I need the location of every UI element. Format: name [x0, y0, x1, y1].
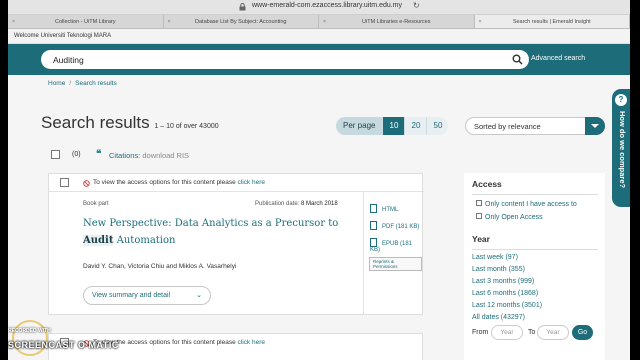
go-button[interactable]: Go	[572, 325, 593, 340]
filter-checkbox[interactable]	[476, 213, 482, 219]
divider	[49, 191, 424, 192]
year-filter-last-month[interactable]: Last month (355)	[472, 266, 525, 273]
divider	[472, 194, 598, 195]
year-filter-last-6-months[interactable]: Last 6 months (1868)	[472, 290, 538, 297]
year-to-input[interactable]: Year	[537, 325, 569, 340]
recording-watermark: RECORDED WITH SCREENCAST O MATIC	[8, 318, 128, 360]
epub-link[interactable]: EPUB (181 KB)	[370, 238, 422, 253]
year-filter-last-3-months[interactable]: Last 3 months (999)	[472, 278, 534, 285]
per-page-label: Per page	[336, 117, 383, 135]
results-range: 1 – 10 of over 43000	[154, 123, 219, 130]
filter-sidebar: Access Only content I have access to Onl…	[464, 173, 605, 360]
url-text[interactable]: www-emerald-com.ezaccess.library.uitm.ed…	[252, 2, 402, 9]
chevron-down-icon: ⌄	[196, 292, 202, 299]
content-type: Book part	[83, 201, 109, 207]
pdf-link[interactable]: PDF (181 KB)	[370, 221, 419, 230]
tab-database-list[interactable]: × Database List By Subject: Accounting	[164, 15, 319, 29]
publication-date: Publication date: 8 March 2018	[255, 201, 338, 207]
result-card: To view the access options for this cont…	[48, 173, 424, 315]
sort-select[interactable]: Sorted by relevance	[465, 117, 605, 135]
watermark-line1: RECORDED WITH	[8, 328, 51, 334]
tab-search-results[interactable]: × Search results | Emerald Insight	[474, 15, 630, 29]
watermark-logo	[12, 320, 48, 356]
tab-collection[interactable]: × Collection - UiTM Library	[8, 15, 164, 28]
citations-download[interactable]: Citations: download RIS	[109, 151, 189, 160]
lock-icon	[239, 3, 246, 11]
selected-count: (0)	[72, 151, 81, 158]
per-page-50[interactable]: 50	[426, 117, 449, 135]
to-label: To	[528, 329, 536, 336]
breadcrumb-current[interactable]: Search results	[75, 80, 117, 87]
result-checkbox[interactable]	[60, 178, 69, 187]
per-page-selector: Per page 10 20 50	[336, 117, 449, 135]
compare-feedback-tab[interactable]: ? How do we compare?	[612, 89, 630, 207]
tab-bar: × Collection - UiTM Library × Database Lis…	[8, 15, 630, 29]
search-header: Advanced search	[8, 44, 630, 75]
no-access-icon	[83, 180, 90, 187]
access-click-here-link[interactable]: click here	[238, 339, 265, 346]
document-icon	[370, 204, 377, 213]
welcome-bar: Welcome Universiti Teknologi MARA	[8, 29, 630, 44]
pdf-icon	[370, 221, 377, 230]
search-highlight: Audit	[83, 235, 114, 246]
watermark-line2: SCREENCAST O MATIC	[8, 340, 119, 350]
year-filter-all-dates[interactable]: All dates (43297)	[472, 314, 525, 321]
view-summary-button[interactable]: View summary and detail ⌄	[83, 286, 211, 305]
per-page-20[interactable]: 20	[404, 117, 427, 135]
address-bar[interactable]: www-emerald-com.ezaccess.library.uitm.ed…	[8, 0, 630, 15]
page-title: Search results 1 – 10 of over 43000	[41, 113, 219, 132]
advanced-search-link[interactable]: Advanced search	[531, 55, 585, 62]
filter-checkbox[interactable]	[476, 200, 482, 206]
compare-label: How do we compare?	[618, 111, 627, 189]
year-from-input[interactable]: Year	[491, 325, 523, 340]
search-box	[41, 50, 529, 69]
authors: David Y. Chan, Victoria Chiu and Miklos …	[83, 263, 237, 270]
quote-icon: ❝	[96, 149, 102, 160]
year-filter-last-week[interactable]: Last week (97)	[472, 254, 518, 261]
browser-window: www-emerald-com.ezaccess.library.uitm.ed…	[8, 0, 630, 360]
access-heading: Access	[472, 179, 502, 189]
breadcrumb-separator: /	[69, 80, 72, 87]
year-heading: Year	[472, 234, 490, 244]
close-tab-icon[interactable]: ×	[323, 15, 326, 29]
result-title[interactable]: New Perspective: Data Analytics as a Pre…	[83, 215, 363, 249]
question-icon: ?	[615, 94, 627, 106]
reload-icon[interactable]: ↻	[413, 1, 420, 10]
chevron-down-icon[interactable]	[585, 117, 605, 135]
tab-eresources[interactable]: × UiTM Libraries e-Resources	[319, 15, 475, 28]
html-link[interactable]: HTML	[370, 204, 398, 213]
per-page-10[interactable]: 10	[382, 117, 405, 135]
divider	[363, 192, 364, 315]
sort-value: Sorted by relevance	[474, 122, 541, 131]
close-tab-icon[interactable]: ×	[168, 15, 171, 29]
year-filter-last-12-months[interactable]: Last 12 months (3501)	[472, 302, 542, 309]
from-label: From	[472, 329, 489, 336]
access-click-here-link[interactable]: click here	[238, 179, 265, 186]
divider	[472, 249, 598, 250]
access-notice: To view the access options for this cont…	[93, 179, 265, 186]
search-input[interactable]	[53, 53, 493, 66]
search-icon[interactable]	[512, 54, 523, 65]
breadcrumb-home[interactable]: Home	[48, 80, 65, 87]
select-all-checkbox[interactable]	[51, 150, 60, 159]
close-tab-icon[interactable]: ×	[12, 15, 15, 29]
close-tab-icon[interactable]: ×	[479, 15, 482, 29]
breadcrumb: Home / Search results	[48, 80, 117, 87]
filter-my-access[interactable]: Only content I have access to	[476, 200, 577, 208]
filter-open-access[interactable]: Only Open Access	[476, 213, 543, 221]
epub-icon	[370, 238, 377, 247]
reprints-permissions-button[interactable]: Reprints & Permissions	[369, 257, 422, 271]
